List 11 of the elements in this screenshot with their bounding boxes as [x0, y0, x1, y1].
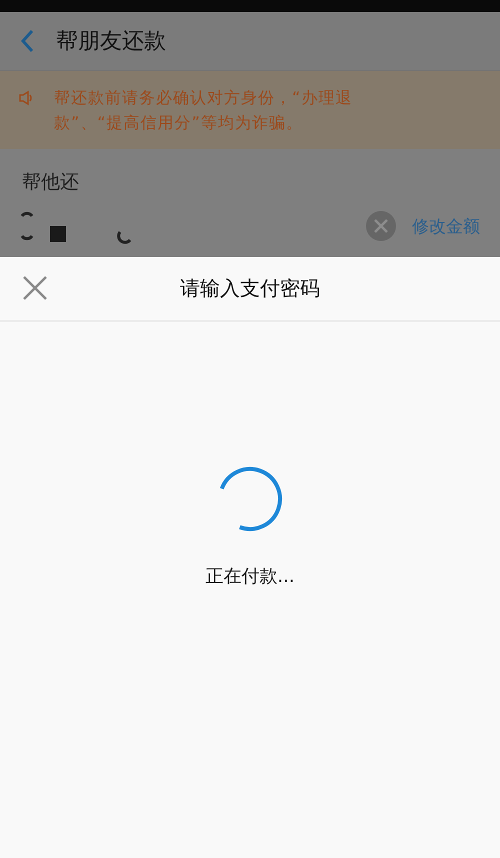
payment-status: 正在付款... [205, 565, 295, 588]
back-icon[interactable] [20, 29, 34, 53]
close-button[interactable] [22, 275, 48, 301]
page-title: 帮朋友还款 [56, 28, 166, 56]
sheet-title: 请输入支付密码 [180, 275, 320, 302]
clear-icon[interactable] [366, 211, 396, 241]
loading-spinner-icon [217, 466, 283, 532]
edit-amount-link[interactable]: 修改金额 [412, 214, 480, 238]
fraud-warning: 帮还款前请务必确认对方身份，“办理退款”、“提高信用分”等均为诈骗。 [54, 87, 354, 134]
section-label: 帮他还 [21, 170, 80, 195]
speaker-icon [18, 90, 34, 106]
